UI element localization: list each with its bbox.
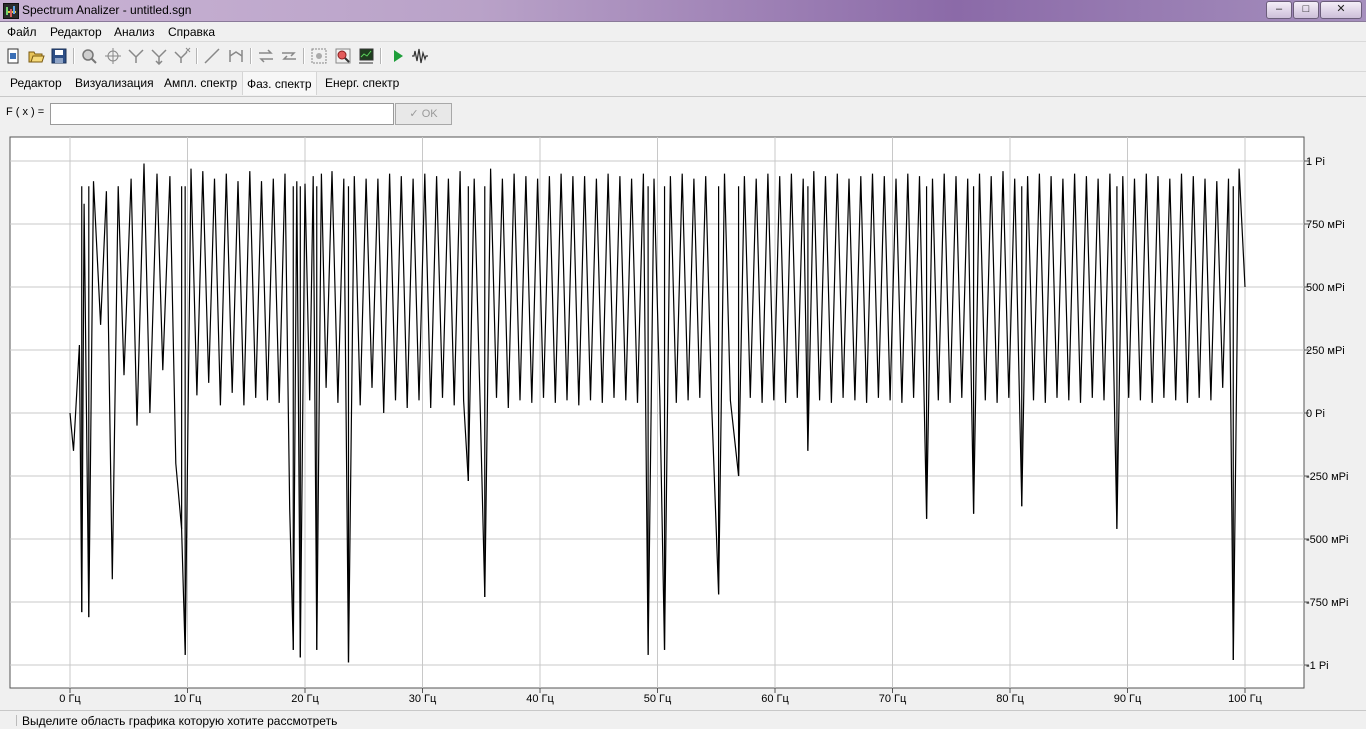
y-tick-label: -1 Pi [1306,660,1329,672]
ok-label: OK [421,108,438,120]
filter-down-icon[interactable] [150,47,168,66]
window-title: Spectrum Analizer - untitled.sgn [22,3,192,17]
y-tick-label: -750 мPi [1306,597,1348,609]
save-icon[interactable] [50,47,68,65]
status-grip [4,715,17,726]
check-icon: ✓ [409,108,419,120]
line-icon[interactable] [203,47,221,65]
swap-alt-icon[interactable] [280,47,298,65]
x-tick-label: 80 Гц [996,693,1024,705]
x-tick-label: 90 Гц [1114,693,1142,705]
swap-icon[interactable] [257,47,275,65]
window-controls: – □ ✕ [1266,1,1362,19]
y-tick-label: -250 мPi [1306,471,1348,483]
wave-icon[interactable] [411,47,429,65]
filter-icon[interactable] [127,47,145,65]
x-tick-label: 70 Гц [879,693,907,705]
x-tick-label: 20 Гц [291,693,319,705]
close-button[interactable]: ✕ [1320,1,1362,19]
menu-analysis[interactable]: Анализ [114,25,155,39]
menu-editor[interactable]: Редактор [50,25,102,39]
y-tick-label: 500 мPi [1306,282,1345,294]
tab-bar: Редактор Визуализация Ампл. спектр Фаз. … [0,71,1366,97]
chart-svg[interactable]: 0 Гц 10 Гц 20 Гц 30 Гц 40 Гц 50 Гц 60 Гц 70 Гц 8… [0,132,1366,708]
x-tick-label: 40 Гц [526,693,554,705]
tab-energy-spectrum[interactable]: Енерг. спектр [321,76,403,90]
menu-bar: Файл Редактор Анализ Справка [0,22,1366,42]
tab-visualization[interactable]: Визуализация [71,76,158,90]
play-icon[interactable] [389,47,407,65]
x-tick-label: 0 Гц [59,693,81,705]
new-icon[interactable] [4,47,22,65]
y-tick-label: 0 Pi [1306,408,1325,420]
x-tick-label: 10 Гц [174,693,202,705]
minimize-button[interactable]: – [1266,1,1292,19]
toolbar [0,45,1366,69]
bracket-icon[interactable] [227,47,245,65]
tab-amplitude-spectrum[interactable]: Ампл. спектр [160,76,241,90]
menu-help[interactable]: Справка [168,25,215,39]
phase-spectrum-chart[interactable]: 0 Гц 10 Гц 20 Гц 30 Гц 40 Гц 50 Гц 60 Гц 70 Гц 8… [0,132,1366,711]
ok-button[interactable]: ✓ OK [395,103,452,125]
x-tick-label: 50 Гц [644,693,672,705]
zoom-region-icon[interactable] [310,47,328,65]
formula-input[interactable] [50,103,394,125]
y-tick-label: 250 мPi [1306,345,1345,357]
zoom-reset-icon[interactable] [334,47,352,65]
x-tick-label: 60 Гц [761,693,789,705]
app-icon [3,3,19,19]
status-text: Выделите область графика которую хотите … [22,714,338,728]
chart-icon[interactable] [357,47,375,65]
zoom-icon[interactable] [80,47,98,65]
open-icon[interactable] [27,47,45,65]
y-tick-label: 750 мPi [1306,219,1345,231]
tab-editor[interactable]: Редактор [6,76,66,90]
filter-x-icon[interactable] [173,47,191,65]
x-tick-label: 30 Гц [409,693,437,705]
crosshair-icon[interactable] [104,47,122,65]
y-tick-label: -500 мPi [1306,534,1348,546]
status-bar: Выделите область графика которую хотите … [0,710,1366,729]
title-bar: Spectrum Analizer - untitled.sgn – □ ✕ [0,0,1366,22]
menu-file[interactable]: Файл [7,25,37,39]
y-tick-label: 1 Pi [1306,156,1325,168]
x-tick-label: 100 Гц [1228,693,1262,705]
formula-label: F ( x ) = [6,106,45,118]
tab-phase-spectrum[interactable]: Фаз. спектр [242,72,317,95]
maximize-button[interactable]: □ [1293,1,1319,19]
